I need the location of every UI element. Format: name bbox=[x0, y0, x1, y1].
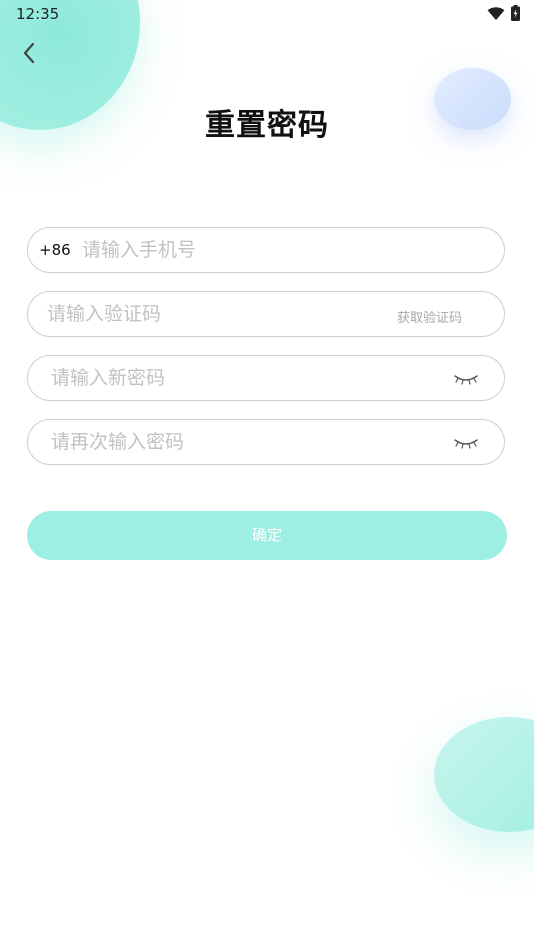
phone-input[interactable] bbox=[82, 228, 482, 272]
status-time: 12:35 bbox=[16, 5, 60, 23]
wifi-icon bbox=[487, 6, 505, 25]
confirm-password-input[interactable] bbox=[51, 420, 431, 464]
confirm-password-field bbox=[27, 419, 505, 465]
verification-code-input[interactable] bbox=[47, 292, 367, 336]
confirm-button[interactable]: 确定 bbox=[27, 511, 507, 560]
reset-password-screen: 12:35 重置密码 +86 请输入手机号 请输入验证码 获取验证码 确定 bbox=[0, 0, 534, 950]
back-button[interactable] bbox=[14, 40, 44, 70]
new-password-input[interactable] bbox=[51, 356, 431, 400]
decorative-blob-bottom-right bbox=[434, 717, 534, 832]
verification-code-field: 获取验证码 bbox=[27, 291, 505, 337]
get-code-button[interactable]: 获取验证码 bbox=[397, 307, 462, 326]
country-code-prefix[interactable]: +86 bbox=[39, 241, 71, 259]
page-title: 重置密码 bbox=[205, 108, 329, 143]
phone-field: +86 bbox=[27, 227, 505, 273]
status-icons bbox=[487, 5, 520, 25]
status-bar: 12:35 bbox=[0, 0, 534, 28]
new-password-field bbox=[27, 355, 505, 401]
eye-closed-icon[interactable] bbox=[454, 372, 478, 386]
chevron-left-icon bbox=[22, 42, 36, 68]
battery-icon bbox=[511, 5, 520, 25]
eye-closed-icon[interactable] bbox=[454, 436, 478, 450]
